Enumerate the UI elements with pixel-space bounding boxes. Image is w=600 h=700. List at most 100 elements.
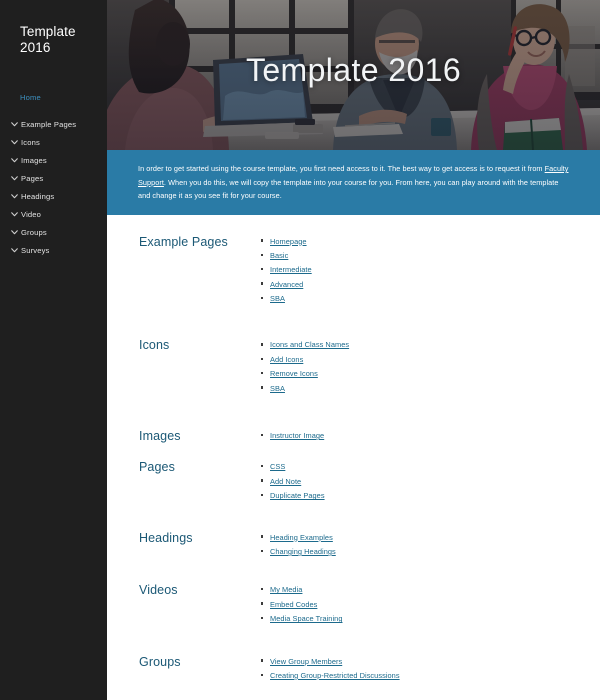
chevron-down-icon[interactable] [8,157,21,163]
section-link[interactable]: Add Icons [270,355,303,364]
section-link[interactable]: Instructor Image [270,431,324,440]
bullet-icon [261,546,270,555]
list-item: Creating Group-Restricted Discussions [261,671,400,680]
section-link[interactable]: Changing Headings [270,547,336,556]
content-section: Headings Heading Examples Changing Heading… [107,529,600,562]
sidebar-item-home[interactable]: Home [0,88,107,106]
list-item: SBA [261,384,349,393]
sidebar-item-video[interactable]: Video [0,205,107,223]
bullet-icon [261,279,270,288]
bullet-icon [261,383,270,392]
list-item: SBA [261,294,312,303]
list-item: Basic [261,251,312,260]
sidebar-item-label: Surveys [21,245,50,255]
bullet-icon [261,236,270,245]
content-section: Videos My Media Embed Codes Media Space Tra… [107,581,600,628]
hero-banner: Template 2016 [107,0,600,150]
section-link[interactable]: Duplicate Pages [270,491,325,500]
list-item: Homepage [261,237,312,246]
section-link[interactable]: SBA [270,384,285,393]
section-link[interactable]: Advanced [270,280,303,289]
main-content: Template 2016 In order to get started us… [107,0,600,700]
sidebar-item-groups[interactable]: Groups [0,223,107,241]
section-link-list: Instructor Image [261,427,324,445]
list-item: CSS [261,462,325,471]
section-link-list: Heading Examples Changing Headings [261,529,336,562]
bullet-icon [261,339,270,348]
section-heading: Pages [139,460,175,475]
section-link[interactable]: Intermediate [270,265,312,274]
sidebar-item-example-pages[interactable]: Example Pages [0,115,107,133]
list-item: Intermediate [261,265,312,274]
section-link[interactable]: SBA [270,294,285,303]
sidebar-item-label: Headings [21,191,55,201]
chevron-down-icon[interactable] [8,175,21,181]
sidebar-item-icons[interactable]: Icons [0,133,107,151]
content-section: Icons Icons and Class Names Add Icons Remov… [107,336,600,398]
section-link[interactable]: CSS [270,462,285,471]
content-section: Example Pages Homepage Basic Intermediate Ad… [107,233,600,309]
section-link[interactable]: My Media [270,585,302,594]
content-section: Images Instructor Image [107,427,600,445]
bullet-icon [261,584,270,593]
sidebar: Template 2016 Home Example Pages Icons Imag… [0,0,107,700]
bullet-icon [261,368,270,377]
sidebar-item-headings[interactable]: Headings [0,187,107,205]
callout-paragraph: In order to get started using the course… [138,162,570,203]
list-item: Media Space Training [261,614,342,623]
section-link[interactable]: View Group Members [270,657,342,666]
chevron-down-icon[interactable] [8,229,21,235]
sidebar-nav-list: Home Example Pages Icons Images Pages Heading… [0,88,107,259]
bullet-icon [261,670,270,679]
list-item: Advanced [261,280,312,289]
bullet-icon [261,354,270,363]
section-link[interactable]: Creating Group-Restricted Discussions [270,671,400,680]
list-item: Duplicate Pages [261,491,325,500]
callout-text-before: In order to get started using the course… [138,164,545,173]
sidebar-item-label: Pages [21,173,44,183]
list-item: View Group Members [261,657,400,666]
page-root: Template 2016 Home Example Pages Icons Imag… [0,0,600,700]
section-link[interactable]: Icons and Class Names [270,340,349,349]
bullet-icon [261,656,270,665]
bullet-icon [261,476,270,485]
list-item: Add Note [261,477,325,486]
list-item: My Media [261,585,342,594]
info-callout: In order to get started using the course… [107,150,600,215]
section-heading: Headings [139,530,193,545]
sidebar-course-title: Template 2016 [20,24,76,55]
section-link[interactable]: Add Note [270,477,301,486]
sidebar-item-images[interactable]: Images [0,151,107,169]
sidebar-item-pages[interactable]: Pages [0,169,107,187]
chevron-down-icon[interactable] [8,193,21,199]
bullet-icon [261,461,270,470]
callout-text-after: . When you do this, we will copy the tem… [138,177,559,201]
section-link[interactable]: Media Space Training [270,614,342,623]
sidebar-item-label: Icons [21,137,40,147]
bullet-icon [261,293,270,302]
list-item: Embed Codes [261,600,342,609]
sidebar-item-label: Example Pages [21,119,77,129]
sidebar-item-label: Groups [21,227,47,237]
chevron-down-icon[interactable] [8,121,21,127]
bullet-icon [261,430,270,439]
content-section: Groups View Group Members Creating Group-R… [107,653,600,686]
chevron-down-icon[interactable] [8,247,21,253]
section-link[interactable]: Embed Codes [270,600,317,609]
section-link[interactable]: Homepage [270,237,307,246]
chevron-down-icon[interactable] [8,139,21,145]
list-item: Instructor Image [261,431,324,440]
list-item: Heading Examples [261,533,336,542]
bullet-icon [261,250,270,259]
section-link[interactable]: Remove Icons [270,369,318,378]
list-item: Add Icons [261,355,349,364]
section-heading: Groups [139,654,181,669]
sidebar-item-surveys[interactable]: Surveys [0,241,107,259]
sidebar-item-label: Home [20,92,41,102]
list-item: Changing Headings [261,547,336,556]
section-link[interactable]: Basic [270,251,288,260]
bullet-icon [261,613,270,622]
chevron-down-icon[interactable] [8,211,21,217]
section-link[interactable]: Heading Examples [270,533,333,542]
section-heading: Images [139,429,181,444]
